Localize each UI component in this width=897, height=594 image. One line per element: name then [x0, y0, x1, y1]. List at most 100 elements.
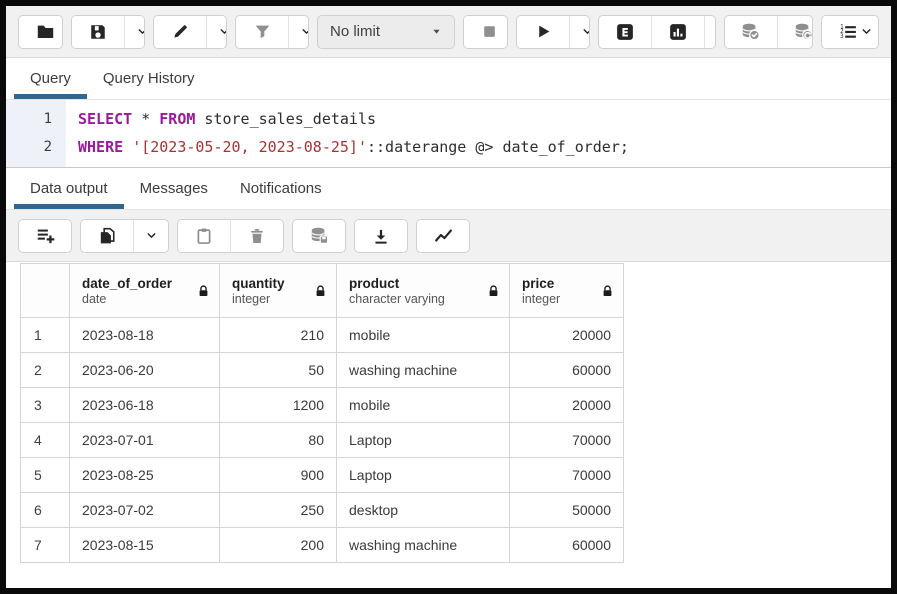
add-row-icon — [36, 226, 55, 245]
table-cell[interactable]: washing machine — [337, 528, 510, 563]
code-line: WHERE '[2023-05-20, 2023-08-25]'::datera… — [78, 133, 891, 161]
sql-editor[interactable]: SELECT * FROM store_sales_detailsWHERE '… — [66, 100, 891, 167]
edit-options-button[interactable] — [206, 16, 227, 48]
row-number[interactable]: 6 — [21, 493, 70, 528]
column-name: price — [522, 275, 560, 292]
row-number[interactable]: 3 — [21, 388, 70, 423]
copy-options-button[interactable] — [133, 220, 168, 252]
sql-token: ::daterange @> date_of_order; — [367, 138, 629, 156]
filter-button[interactable] — [236, 16, 288, 48]
macros-button[interactable]: 123 — [822, 16, 879, 48]
tab-notifications[interactable]: Notifications — [224, 168, 338, 209]
download-icon — [372, 227, 390, 245]
column-type: date — [82, 292, 172, 307]
table-cell[interactable]: 20000 — [510, 318, 624, 353]
explain-analyze-button[interactable] — [651, 16, 704, 48]
table-cell[interactable]: 2023-07-02 — [70, 493, 220, 528]
tab-label: Notifications — [240, 180, 322, 197]
column-header-product[interactable]: productcharacter varying — [337, 264, 510, 318]
database-commit-icon — [741, 22, 760, 41]
lock-icon — [487, 284, 500, 298]
table-cell[interactable]: 50000 — [510, 493, 624, 528]
chevron-down-icon — [581, 25, 590, 38]
select-all-corner[interactable] — [21, 264, 70, 318]
row-limit-select[interactable]: No limit — [317, 15, 455, 49]
table-cell[interactable]: washing machine — [337, 353, 510, 388]
filter-icon — [254, 23, 271, 40]
lock-icon — [197, 284, 210, 298]
row-number[interactable]: 4 — [21, 423, 70, 458]
folder-icon — [36, 22, 55, 41]
rollback-button[interactable] — [777, 16, 813, 48]
line-graph-icon — [434, 226, 453, 245]
table-cell[interactable]: 2023-07-01 — [70, 423, 220, 458]
column-name: date_of_order — [82, 275, 172, 292]
table-cell[interactable]: 70000 — [510, 423, 624, 458]
tab-label: Query — [30, 70, 71, 87]
explain-button[interactable] — [599, 16, 651, 48]
table-cell[interactable]: Laptop — [337, 423, 510, 458]
table-cell[interactable]: 80 — [220, 423, 337, 458]
chevron-down-icon — [145, 229, 158, 242]
table-cell[interactable]: mobile — [337, 388, 510, 423]
table-row: 52023-08-25900Laptop70000 — [21, 458, 624, 493]
table-cell[interactable]: 20000 — [510, 388, 624, 423]
execute-options-button[interactable] — [569, 16, 590, 48]
open-file-group — [18, 15, 63, 49]
table-cell[interactable]: Laptop — [337, 458, 510, 493]
sql-token: * — [132, 110, 159, 128]
trash-icon — [248, 227, 266, 245]
save-data-changes-button[interactable] — [293, 220, 345, 252]
table-cell[interactable]: 60000 — [510, 528, 624, 563]
execute-button[interactable] — [517, 16, 569, 48]
column-header-date_of_order[interactable]: date_of_orderdate — [70, 264, 220, 318]
delete-button[interactable] — [230, 220, 283, 252]
table-row: 72023-08-15200washing machine60000 — [21, 528, 624, 563]
table-cell[interactable]: 210 — [220, 318, 337, 353]
table-row: 42023-07-0180Laptop70000 — [21, 423, 624, 458]
table-cell[interactable]: desktop — [337, 493, 510, 528]
open-file-button[interactable] — [19, 16, 63, 48]
row-number[interactable]: 7 — [21, 528, 70, 563]
edit-button[interactable] — [154, 16, 206, 48]
table-cell[interactable]: mobile — [337, 318, 510, 353]
filter-options-button[interactable] — [288, 16, 309, 48]
row-number[interactable]: 2 — [21, 353, 70, 388]
table-cell[interactable]: 1200 — [220, 388, 337, 423]
copy-button[interactable] — [81, 220, 133, 252]
table-cell[interactable]: 2023-06-18 — [70, 388, 220, 423]
tab-messages[interactable]: Messages — [124, 168, 224, 209]
download-csv-button[interactable] — [355, 220, 407, 252]
save-button[interactable] — [72, 16, 124, 48]
graph-visualiser-button[interactable] — [417, 220, 469, 252]
row-number[interactable]: 5 — [21, 458, 70, 493]
table-cell[interactable]: 2023-08-25 — [70, 458, 220, 493]
table-cell[interactable]: 2023-08-18 — [70, 318, 220, 353]
add-row-button[interactable] — [19, 220, 71, 252]
tab-query-history[interactable]: Query History — [87, 58, 211, 99]
tab-data-output[interactable]: Data output — [14, 168, 124, 209]
column-header-quantity[interactable]: quantityinteger — [220, 264, 337, 318]
save-data-group — [292, 219, 346, 253]
column-name: quantity — [232, 275, 285, 292]
table-cell[interactable]: 250 — [220, 493, 337, 528]
commit-button[interactable] — [725, 16, 777, 48]
table-cell[interactable]: 200 — [220, 528, 337, 563]
paste-button[interactable] — [178, 220, 230, 252]
table-cell[interactable]: 2023-06-20 — [70, 353, 220, 388]
sql-token: '[2023-05-20, 2023-08-25]' — [132, 138, 367, 156]
database-save-icon — [310, 226, 329, 245]
table-cell[interactable]: 60000 — [510, 353, 624, 388]
table-cell[interactable]: 50 — [220, 353, 337, 388]
table-cell[interactable]: 70000 — [510, 458, 624, 493]
edit-group — [153, 15, 227, 49]
stop-button[interactable] — [464, 16, 508, 48]
table-cell[interactable]: 2023-08-15 — [70, 528, 220, 563]
tab-query[interactable]: Query — [14, 58, 87, 99]
table-cell[interactable]: 900 — [220, 458, 337, 493]
column-header-price[interactable]: priceinteger — [510, 264, 624, 318]
save-options-button[interactable] — [124, 16, 145, 48]
explain-options-button[interactable] — [704, 16, 716, 48]
column-type: integer — [232, 292, 285, 307]
row-number[interactable]: 1 — [21, 318, 70, 353]
